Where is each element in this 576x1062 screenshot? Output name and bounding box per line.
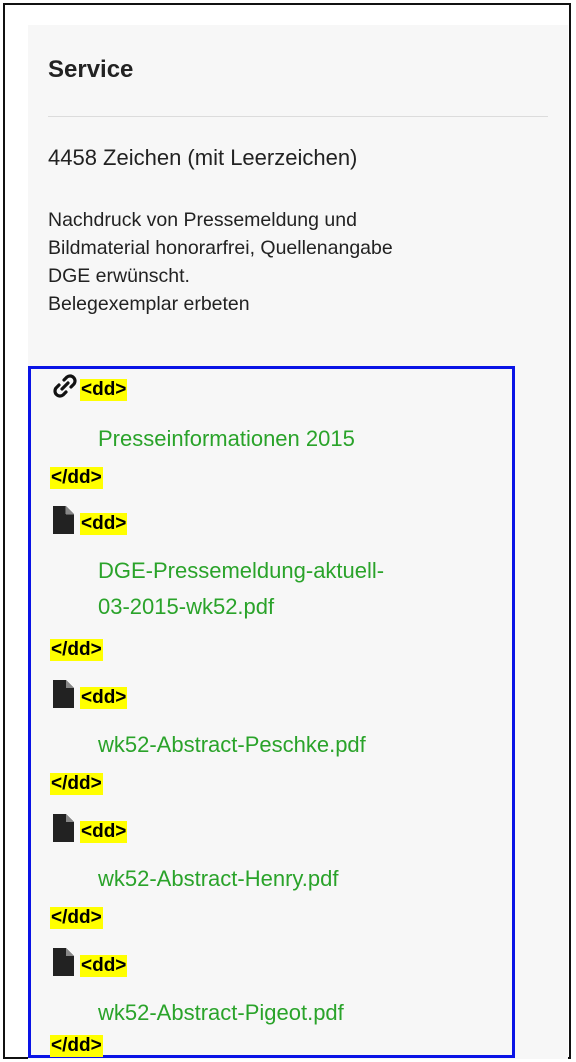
dd-close-tag: </dd> xyxy=(50,467,103,489)
link-abstract-pigeot-pdf[interactable]: wk52-Abstract-Pigeot.pdf xyxy=(98,995,344,1031)
service-title: Service xyxy=(48,56,134,83)
link-text: wk52-Abstract-Pigeot.pdf xyxy=(98,1000,344,1025)
link-icon xyxy=(50,371,80,401)
dd-close-tag: </dd> xyxy=(50,639,103,661)
entry-start-row: <dd> xyxy=(50,813,128,843)
highlight-box: <dd> Presseinformationen 2015 </dd> <dd>… xyxy=(28,366,515,1058)
link-abstract-henry-pdf[interactable]: wk52-Abstract-Henry.pdf xyxy=(98,861,338,897)
link-text-line: DGE-Pressemeldung-aktuell- xyxy=(98,558,385,583)
dd-open-tag: <dd> xyxy=(80,955,128,977)
note-line: Belegexemplar erbeten xyxy=(48,293,250,315)
divider xyxy=(48,116,548,117)
link-abstract-peschke-pdf[interactable]: wk52-Abstract-Peschke.pdf xyxy=(98,727,366,763)
dd-close-tag: </dd> xyxy=(50,1035,103,1057)
file-icon xyxy=(50,947,80,977)
entry-start-row: <dd> xyxy=(50,947,128,977)
dd-close-tag: </dd> xyxy=(50,907,103,929)
file-icon xyxy=(50,679,80,709)
link-dge-pressemeldung-pdf[interactable]: DGE-Pressemeldung-aktuell- 03-2015-wk52.… xyxy=(98,553,384,625)
note-line: Nachdruck von Pressemeldung und xyxy=(48,209,357,231)
entry-start-row: <dd> xyxy=(50,505,128,535)
character-count: 4458 Zeichen (mit Leerzeichen) xyxy=(48,145,358,170)
link-text: Presseinformationen 2015 xyxy=(98,426,355,451)
link-presseinformationen-2015[interactable]: Presseinformationen 2015 xyxy=(98,421,355,457)
link-text: wk52-Abstract-Peschke.pdf xyxy=(98,732,366,757)
entry-start-row: <dd> xyxy=(50,371,128,401)
link-text: wk52-Abstract-Henry.pdf xyxy=(98,866,339,891)
service-notes: Nachdruck von Pressemeldung und Bildmate… xyxy=(48,206,548,318)
dd-close-tag: </dd> xyxy=(50,773,103,795)
dd-open-tag: <dd> xyxy=(80,687,128,709)
entry-start-row: <dd> xyxy=(50,679,128,709)
file-icon xyxy=(50,505,80,535)
note-line: Bildmaterial honorarfrei, Quellenangabe xyxy=(48,237,393,259)
file-icon xyxy=(50,813,80,843)
link-text-line: 03-2015-wk52.pdf xyxy=(98,594,275,619)
dd-open-tag: <dd> xyxy=(80,379,128,401)
dd-open-tag: <dd> xyxy=(80,821,128,843)
note-line: DGE erwünscht. xyxy=(48,265,190,287)
dd-open-tag: <dd> xyxy=(80,513,128,535)
